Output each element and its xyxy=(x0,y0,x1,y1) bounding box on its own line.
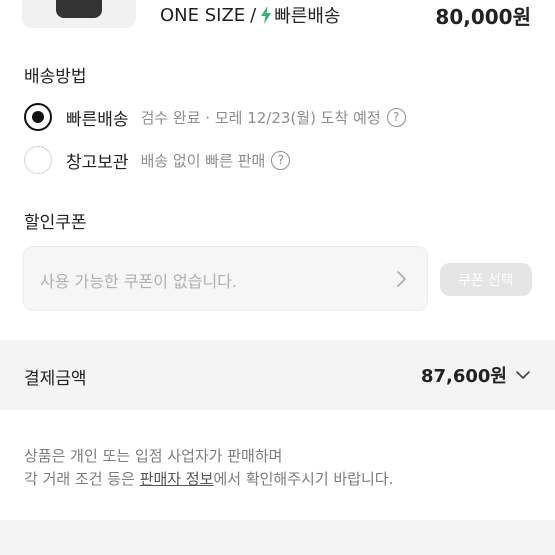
notice-line-2-suffix: 에서 확인해주시기 바랍니다. xyxy=(213,470,394,488)
coupon-title: 할인쿠폰 xyxy=(24,213,87,233)
seller-notice: 상품은 개인 또는 입점 사업자가 판매하며 각 거래 조건 등은 판매자 정보… xyxy=(24,445,393,491)
product-summary: ONE SIZE / 빠른배송 80,000원 xyxy=(0,0,555,40)
coupon-select-button[interactable]: 쿠폰 선택 xyxy=(440,263,532,296)
option-desc-storage: 배송 없이 빠른 판매 xyxy=(140,151,266,170)
payment-total-row[interactable]: 결제금액 87,600원 xyxy=(0,340,555,410)
notice-line-2-prefix: 각 거래 조건 등은 xyxy=(24,470,140,488)
chevron-down-icon xyxy=(516,371,530,379)
product-price: 80,000원 xyxy=(435,5,531,29)
option-desc-fast: 검수 완료 · 모레 12/23(월) 도착 예정 xyxy=(140,108,381,127)
radio-warehouse-storage[interactable] xyxy=(24,146,52,174)
shipping-option-storage[interactable]: 창고보관 배송 없이 빠른 판매 ? xyxy=(24,146,291,174)
product-thumbnail xyxy=(22,0,136,28)
payment-total-label: 결제금액 xyxy=(24,369,87,389)
seller-info-link[interactable]: 판매자 정보 xyxy=(140,470,214,488)
option-label-storage: 창고보관 xyxy=(66,152,129,173)
payment-total-value[interactable]: 87,600원 xyxy=(421,362,531,388)
shipping-tag: 빠른배송 xyxy=(274,6,341,27)
coupon-selector[interactable]: 사용 가능한 쿠폰이 없습니다. xyxy=(23,246,428,311)
chevron-right-icon xyxy=(397,271,406,287)
payment-total-amount: 87,600원 xyxy=(420,366,507,387)
coupon-placeholder: 사용 가능한 쿠폰이 없습니다. xyxy=(40,272,237,291)
section-divider xyxy=(0,520,555,555)
lightning-bolt-icon xyxy=(261,6,272,24)
product-option-line: ONE SIZE / 빠른배송 xyxy=(160,2,341,28)
product-image xyxy=(56,0,102,18)
notice-line-2: 각 거래 조건 등은 판매자 정보에서 확인해주시기 바랍니다. xyxy=(24,468,393,491)
shipping-option-fast[interactable]: 빠른배송 검수 완료 · 모레 12/23(월) 도착 예정 ? xyxy=(24,103,406,131)
option-separator: / xyxy=(250,4,257,26)
question-circle-icon[interactable]: ? xyxy=(386,107,406,127)
shipping-method-title: 배송방법 xyxy=(24,67,87,87)
question-circle-icon[interactable]: ? xyxy=(271,150,291,170)
option-label-fast: 빠른배송 xyxy=(66,109,129,130)
radio-fast-shipping[interactable] xyxy=(24,103,52,131)
product-size: ONE SIZE xyxy=(160,4,246,26)
notice-line-1: 상품은 개인 또는 입점 사업자가 판매하며 xyxy=(24,447,283,465)
